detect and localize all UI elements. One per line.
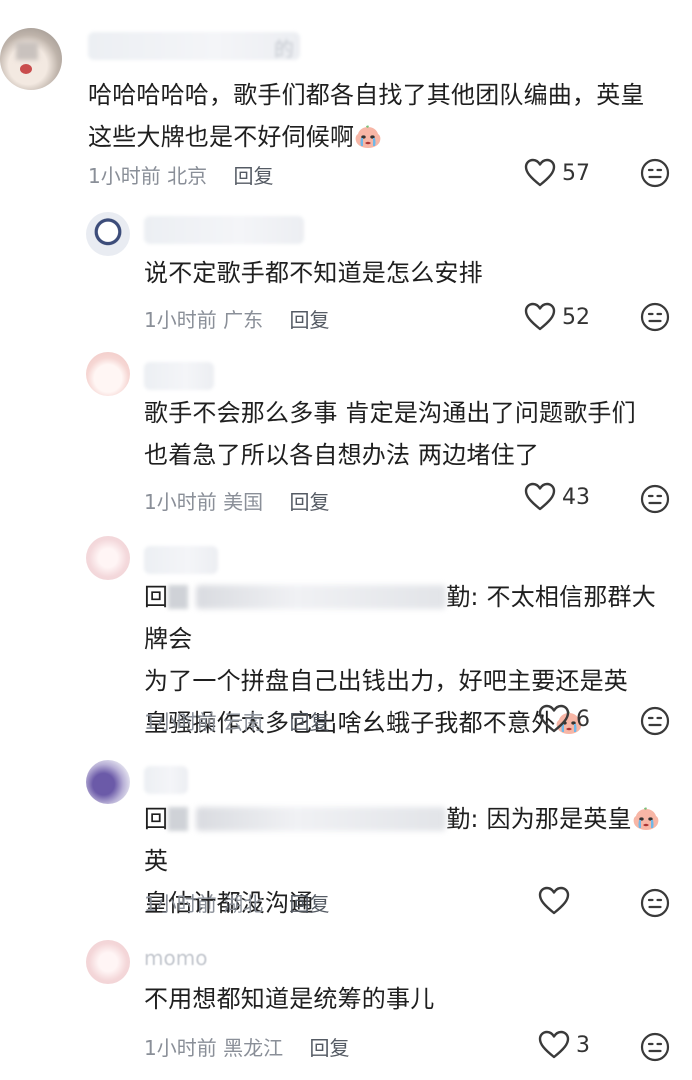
blurred-mention [196,807,447,831]
timestamp: 1小时前 [144,490,217,514]
username-blurred[interactable]: 的 [88,32,300,61]
like-button[interactable]: 57 [524,158,590,188]
location: 黑龙江 [223,1036,284,1060]
username-blurred[interactable] [144,766,188,794]
like-count: 52 [562,304,590,330]
dislike-icon[interactable] [640,158,670,188]
heart-outline-icon [524,158,556,188]
avatar[interactable] [86,760,130,804]
avatar[interactable] [86,536,130,580]
dislike-icon[interactable] [640,1032,670,1062]
comment-text: 不用想都知道是统筹的事儿 [144,985,435,1013]
blurred-text [168,585,189,609]
like-button[interactable] [538,886,576,916]
heart-outline-icon [524,302,556,332]
avatar[interactable] [86,352,130,396]
reply-button[interactable]: 回复 [289,710,329,734]
reply-button[interactable]: 回复 [309,1036,349,1060]
timestamp: 1小时前 [144,892,217,916]
username-blurred[interactable] [144,362,214,390]
comment-text: 说不定歌手都不知道是怎么安排 [144,259,483,287]
username-blurred[interactable] [144,546,218,574]
reply-button[interactable]: 回复 [289,490,329,514]
blurred-mention [196,585,447,609]
dislike-icon[interactable] [640,706,670,736]
reply-button[interactable]: 回复 [233,164,273,188]
like-button[interactable]: 3 [538,1030,590,1060]
comment-meta: 1小时前 北京 回复 [88,160,273,189]
heart-outline-icon [538,886,570,916]
comment-text: 歌手不会那么多事 肯定是沟通出了问题歌手们 也着急了所以各自想办法 两边堵住了 [144,399,636,469]
comment-text: 哈哈哈哈哈，歌手们都各自找了其他团队编曲，英皇 这些大牌也是不好伺候啊 [88,81,645,151]
timestamp: 1小时前 [88,164,161,188]
like-button[interactable]: 6 [538,704,590,734]
crying-emoji-icon [354,125,382,149]
comment-meta: 1小时前 黑龙江 回复 [144,1032,349,1061]
comment-meta: 1小时前 云南 回复 [144,706,329,735]
like-count: 57 [562,160,590,186]
blurred-text [168,807,189,831]
avatar[interactable] [86,212,130,256]
heart-outline-icon [538,704,570,734]
location: 湖北 [223,892,264,916]
heart-outline-icon [538,1030,570,1060]
like-count: 43 [562,484,590,510]
username-blurred[interactable]: momo [144,946,218,974]
avatar[interactable] [86,940,130,984]
avatar[interactable] [0,28,62,90]
timestamp: 1小时前 [144,710,217,734]
like-button[interactable]: 52 [524,302,590,332]
dislike-icon[interactable] [640,302,670,332]
location: 北京 [167,164,208,188]
timestamp: 1小时前 [144,1036,217,1060]
dislike-icon[interactable] [640,484,670,514]
location: 美国 [223,490,264,514]
heart-outline-icon [524,482,556,512]
like-count: 6 [576,706,590,732]
like-count: 3 [576,1032,590,1058]
username-blurred[interactable] [144,216,304,244]
dislike-icon[interactable] [640,888,670,918]
reply-button[interactable]: 回复 [289,308,329,332]
like-button[interactable]: 43 [524,482,590,512]
comment-meta: 1小时前 湖北 回复 [144,888,329,917]
crying-emoji-icon [632,807,660,831]
comment-meta: 1小时前 广东 回复 [144,304,329,333]
reply-button[interactable]: 回复 [289,892,329,916]
location: 广东 [223,308,264,332]
comment-meta: 1小时前 美国 回复 [144,486,329,515]
timestamp: 1小时前 [144,308,217,332]
location: 云南 [223,710,264,734]
